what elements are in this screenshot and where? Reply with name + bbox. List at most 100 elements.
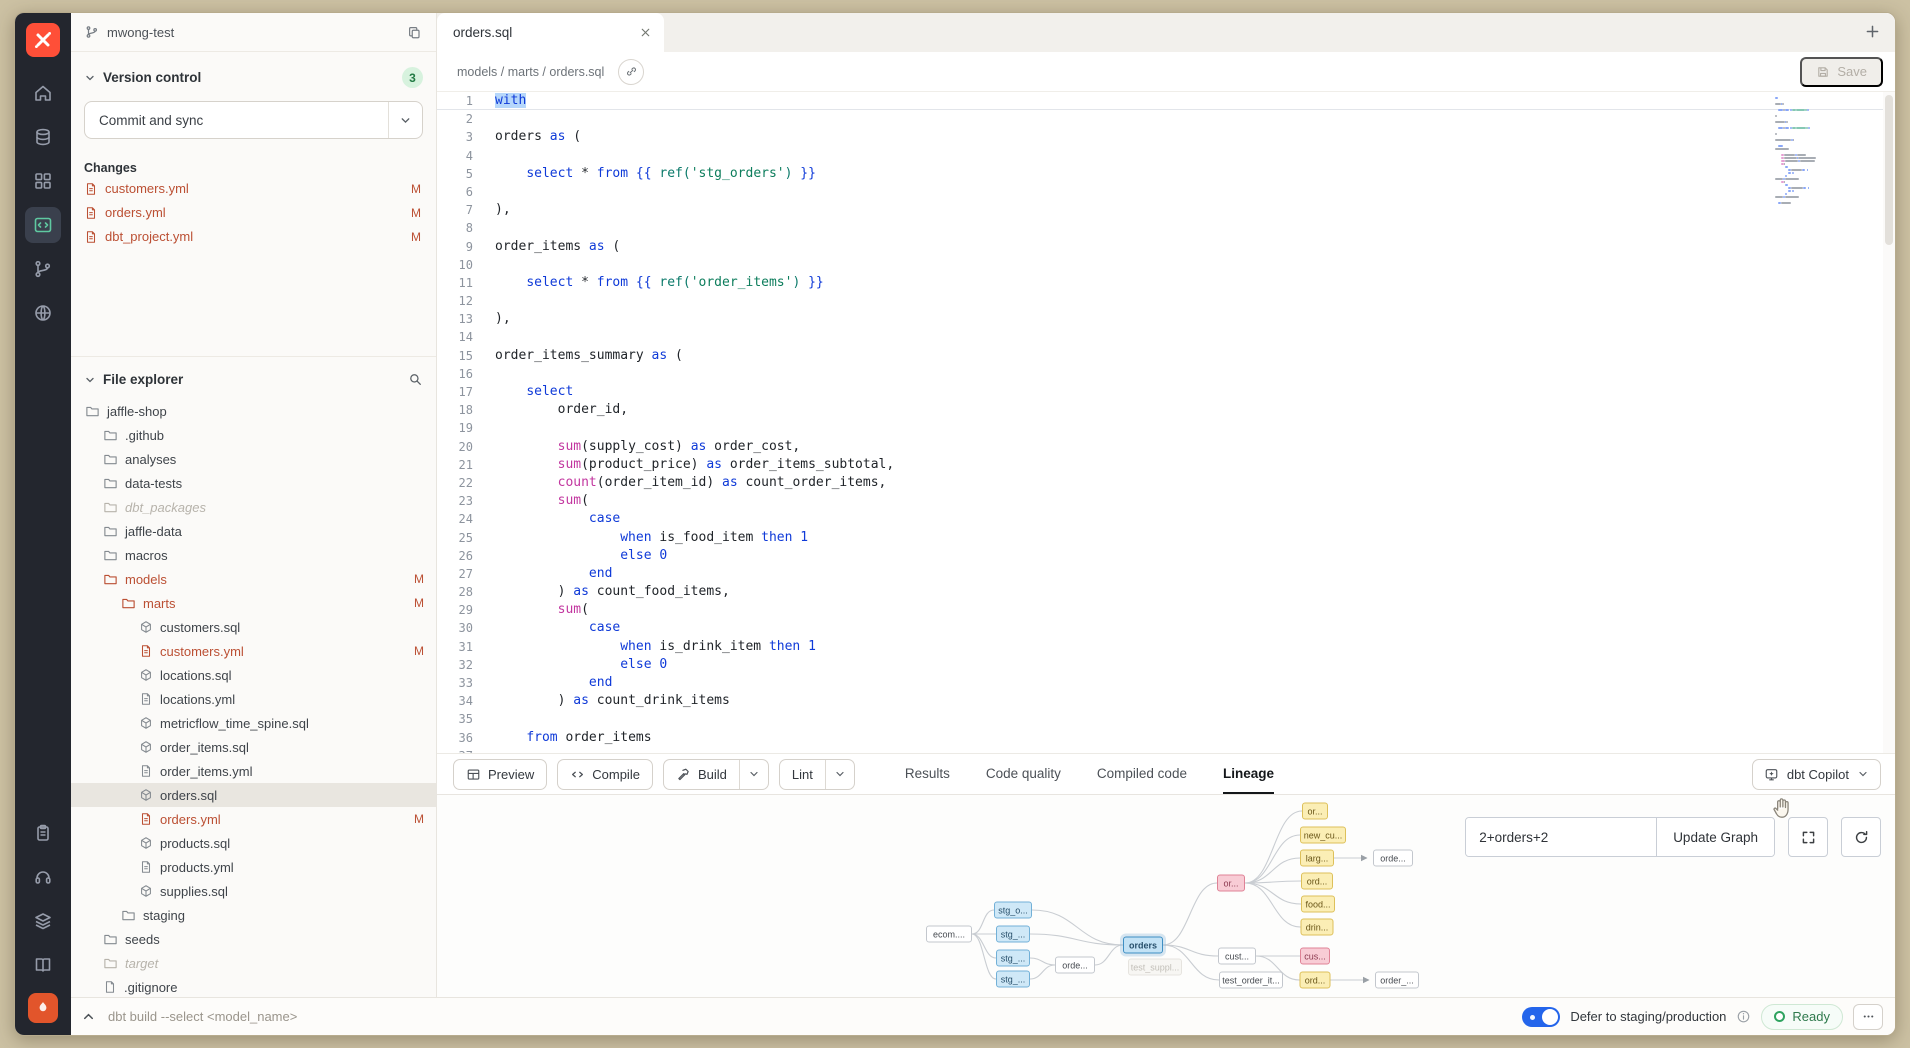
code-line[interactable]: 16 <box>437 365 1895 383</box>
orchestration-icon[interactable] <box>25 295 61 331</box>
copy-branch-icon[interactable] <box>407 25 422 40</box>
lineage-node-orders[interactable]: orders <box>1123 937 1163 954</box>
lineage-node-testord[interactable]: test_order_it... <box>1219 972 1283 989</box>
update-graph-button[interactable]: Update Graph <box>1656 818 1774 856</box>
tab-orders-sql[interactable]: orders.sql <box>437 13 664 52</box>
command-input[interactable]: dbt build --select <model_name> <box>108 1009 297 1024</box>
tree-item-locations-yml[interactable]: locations.yml <box>71 687 436 711</box>
compile-button[interactable]: Compile <box>557 759 653 790</box>
preview-button[interactable]: Preview <box>453 759 547 790</box>
tree-item-supplies-sql[interactable]: supplies.sql <box>71 879 436 903</box>
lineage-node-y3[interactable]: larg... <box>1300 850 1334 867</box>
code-line[interactable]: 31 when is_drink_item then 1 <box>437 638 1895 656</box>
tree-item-products-sql[interactable]: products.sql <box>71 831 436 855</box>
tree-item-metricflow-time-spine-sql[interactable]: metricflow_time_spine.sql <box>71 711 436 735</box>
lineage-node-y7[interactable]: ord... <box>1300 972 1331 989</box>
code-line[interactable]: 27 end <box>437 565 1895 583</box>
code-line[interactable]: 19 <box>437 419 1895 437</box>
commit-and-sync-button[interactable]: Commit and sync <box>84 101 423 139</box>
lineage-node-orderR[interactable]: order_... <box>1375 972 1419 989</box>
panel-tab-code-quality[interactable]: Code quality <box>986 754 1061 794</box>
tree-item-target[interactable]: target <box>71 951 436 975</box>
home-icon[interactable] <box>25 75 61 111</box>
code-line[interactable]: 4 <box>437 147 1895 165</box>
search-icon[interactable] <box>408 372 423 387</box>
code-line[interactable]: 24 case <box>437 510 1895 528</box>
lineage-node-y6[interactable]: drin... <box>1301 919 1334 936</box>
lineage-node-stg1[interactable]: stg_o... <box>994 902 1032 919</box>
code-line[interactable]: 35 <box>437 710 1895 728</box>
version-control-icon[interactable] <box>25 251 61 287</box>
tree-item-staging[interactable]: staging <box>71 903 436 927</box>
code-line[interactable]: 30 case <box>437 619 1895 637</box>
lineage-node-stg4[interactable]: stg_... <box>996 971 1030 988</box>
code-line[interactable]: 25 when is_food_item then 1 <box>437 529 1895 547</box>
code-line[interactable]: 18 order_id, <box>437 401 1895 419</box>
lineage-node-p2[interactable]: cus... <box>1300 948 1330 965</box>
tree-item-locations-sql[interactable]: locations.sql <box>71 663 436 687</box>
support-headset-icon[interactable] <box>25 859 61 895</box>
tree-item-order-items-sql[interactable]: order_items.sql <box>71 735 436 759</box>
lint-options-chevron-icon[interactable] <box>825 760 854 789</box>
lint-button[interactable]: Lint <box>780 760 825 789</box>
lineage-node-y4[interactable]: ord... <box>1301 873 1333 890</box>
lineage-node-orp[interactable]: or... <box>1217 875 1245 892</box>
changed-file-row[interactable]: dbt_project.ymlM <box>84 226 423 247</box>
lineage-node-ordeR[interactable]: orde... <box>1373 850 1413 867</box>
lineage-node-y5[interactable]: food... <box>1301 896 1335 913</box>
close-tab-icon[interactable] <box>639 26 652 39</box>
commit-options-chevron-icon[interactable] <box>388 102 422 138</box>
code-line[interactable]: 1with <box>437 92 1895 110</box>
code-line[interactable]: 29 sum( <box>437 601 1895 619</box>
lineage-node-ecom[interactable]: ecom.... <box>926 926 972 943</box>
lineage-panel[interactable]: ecom....stg_o...stg_...stg_...stg_...ord… <box>437 795 1895 997</box>
org-avatar[interactable] <box>28 993 58 1023</box>
lineage-node-y1[interactable]: or... <box>1302 803 1328 820</box>
expand-console-chevron-icon[interactable] <box>81 1009 96 1024</box>
code-line[interactable]: 26 else 0 <box>437 547 1895 565</box>
panel-tab-lineage[interactable]: Lineage <box>1223 754 1274 794</box>
code-line[interactable]: 10 <box>437 256 1895 274</box>
more-options-button[interactable] <box>1853 1004 1883 1030</box>
code-line[interactable]: 33 end <box>437 674 1895 692</box>
tree-item-analyses[interactable]: analyses <box>71 447 436 471</box>
code-line[interactable]: 13), <box>437 310 1895 328</box>
checklist-icon[interactable] <box>25 815 61 851</box>
tree-item-order-items-yml[interactable]: order_items.yml <box>71 759 436 783</box>
lineage-node-stg3[interactable]: stg_... <box>996 950 1030 967</box>
code-line[interactable]: 28 ) as count_food_items, <box>437 583 1895 601</box>
version-control-header[interactable]: Version control 3 <box>84 67 423 88</box>
defer-toggle[interactable] <box>1522 1007 1560 1027</box>
panel-tab-results[interactable]: Results <box>905 754 950 794</box>
tree-item-data-tests[interactable]: data-tests <box>71 471 436 495</box>
lineage-node-orde1[interactable]: orde... <box>1055 957 1095 974</box>
minimap[interactable] <box>1775 97 1837 208</box>
dbt-copilot-button[interactable]: dbt Copilot <box>1752 759 1881 790</box>
code-line[interactable]: 8 <box>437 219 1895 237</box>
dbt-logo-icon[interactable] <box>26 23 60 57</box>
save-button[interactable]: Save <box>1800 57 1883 87</box>
code-line[interactable]: 17 select <box>437 383 1895 401</box>
tree-item-orders-sql[interactable]: orders.sql <box>71 783 436 807</box>
editor-scrollbar[interactable] <box>1883 92 1895 753</box>
tree-item-customers-yml[interactable]: customers.ymlM <box>71 639 436 663</box>
code-line[interactable]: 12 <box>437 292 1895 310</box>
tree-item-seeds[interactable]: seeds <box>71 927 436 951</box>
code-editor[interactable]: 1with23orders as (45 select * from {{ re… <box>437 92 1895 753</box>
code-line[interactable]: 15order_items_summary as ( <box>437 347 1895 365</box>
lineage-node-y2[interactable]: new_cu... <box>1300 827 1346 844</box>
panel-tab-compiled-code[interactable]: Compiled code <box>1097 754 1187 794</box>
code-line[interactable]: 14 <box>437 328 1895 346</box>
info-icon[interactable] <box>1736 1009 1751 1024</box>
code-line[interactable]: 22 count(order_item_id) as count_order_i… <box>437 474 1895 492</box>
branch-name[interactable]: mwong-test <box>107 25 174 40</box>
environments-icon[interactable] <box>25 119 61 155</box>
changed-file-row[interactable]: orders.ymlM <box>84 202 423 223</box>
tree-item--github[interactable]: .github <box>71 423 436 447</box>
refresh-icon[interactable] <box>1841 817 1881 857</box>
develop-icon[interactable] <box>25 207 61 243</box>
tree-item-orders-yml[interactable]: orders.ymlM <box>71 807 436 831</box>
tree-item-marts[interactable]: martsM <box>71 591 436 615</box>
changed-file-row[interactable]: customers.ymlM <box>84 178 423 199</box>
code-line[interactable]: 9order_items as ( <box>437 238 1895 256</box>
